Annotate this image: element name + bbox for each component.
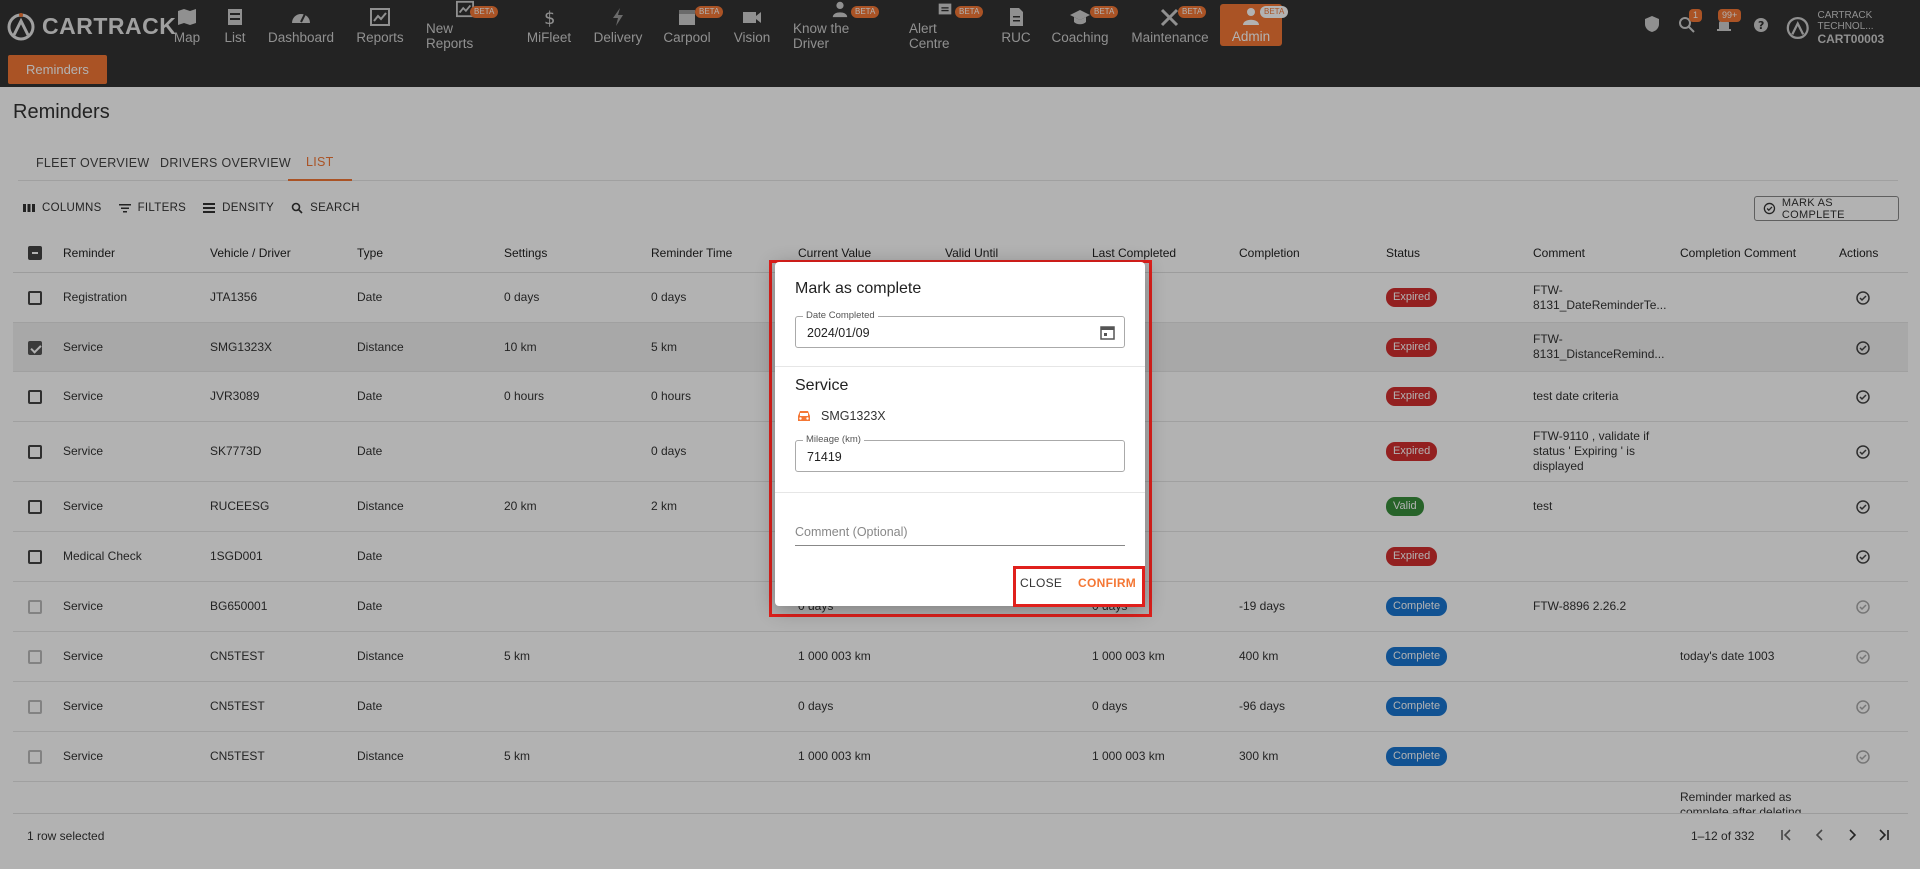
dialog-title: Mark as complete bbox=[795, 280, 922, 297]
date-completed-field[interactable]: Date Completed 2024/01/09 bbox=[795, 310, 1125, 348]
calendar-picker-icon[interactable] bbox=[1099, 324, 1116, 341]
comment-input[interactable]: Comment (Optional) bbox=[795, 522, 1125, 546]
date-completed-label: Date Completed bbox=[803, 310, 878, 321]
mileage-label: Mileage (km) bbox=[803, 434, 864, 445]
dialog-divider bbox=[775, 366, 1145, 367]
date-completed-value: 2024/01/09 bbox=[807, 326, 870, 340]
section-title: Service bbox=[795, 377, 849, 394]
mileage-field[interactable]: Mileage (km) 71419 bbox=[795, 434, 1125, 472]
dialog-divider bbox=[775, 492, 1145, 493]
dialog-vehicle: SMG1323X bbox=[821, 409, 886, 423]
buttons-highlight-outline bbox=[1013, 566, 1145, 607]
mark-as-complete-dialog: Mark as complete Date Completed 2024/01/… bbox=[775, 262, 1145, 606]
car-icon bbox=[798, 411, 810, 421]
comment-placeholder: Comment (Optional) bbox=[795, 525, 908, 539]
mileage-value: 71419 bbox=[807, 450, 842, 464]
